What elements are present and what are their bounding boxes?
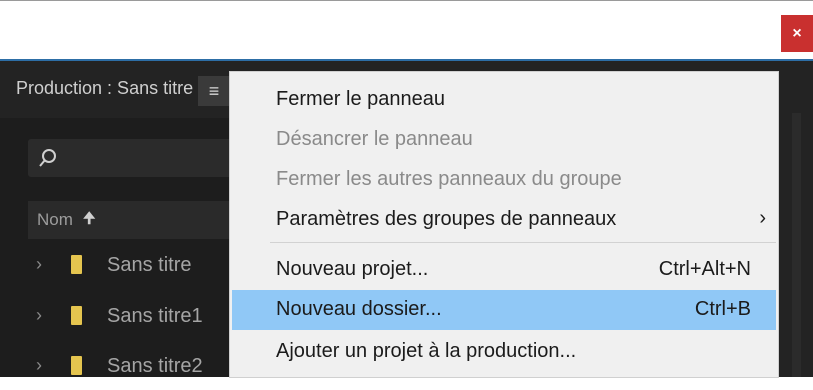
shortcut-label: Ctrl+Alt+N bbox=[658, 258, 751, 280]
chevron-right-icon[interactable]: › bbox=[36, 254, 42, 275]
folder-icon bbox=[71, 356, 82, 375]
panel-context-menu: Fermer le panneau Désancrer le panneau F… bbox=[230, 72, 778, 377]
chevron-right-icon[interactable]: › bbox=[36, 355, 42, 376]
menu-item-new-folder[interactable]: Nouveau dossier... Ctrl+B bbox=[232, 290, 776, 330]
column-header-name[interactable]: Nom 🠉 bbox=[28, 201, 260, 239]
item-name: Sans titre bbox=[107, 254, 192, 276]
search-icon bbox=[39, 149, 56, 167]
shortcut-label: Ctrl+B bbox=[694, 298, 751, 320]
column-header-label: Nom bbox=[37, 210, 73, 229]
list-item[interactable]: › Sans titre1 bbox=[28, 294, 260, 340]
item-name: Sans titre2 bbox=[107, 355, 203, 377]
item-name: Sans titre1 bbox=[107, 305, 203, 327]
menu-item-close-panel[interactable]: Fermer le panneau bbox=[230, 80, 778, 118]
scrollbar[interactable] bbox=[792, 113, 801, 377]
list-item[interactable]: › Sans titre2 bbox=[28, 344, 260, 390]
titlebar-border bbox=[0, 0, 813, 1]
search-input[interactable] bbox=[28, 139, 258, 177]
window-titlebar: × bbox=[0, 0, 813, 60]
list-item[interactable]: › Sans titre bbox=[28, 243, 260, 289]
panel-menu-button[interactable]: ≡ bbox=[198, 76, 230, 106]
chevron-right-icon[interactable]: › bbox=[36, 305, 42, 326]
panel-title: Production : Sans titre bbox=[16, 78, 194, 98]
menu-separator bbox=[270, 242, 776, 243]
menu-item-panel-group-settings[interactable]: Paramètres des groupes de panneaux › bbox=[230, 200, 778, 238]
menu-item-close-other-panels: Fermer les autres panneaux du groupe bbox=[276, 168, 622, 190]
folder-icon bbox=[71, 255, 82, 274]
folder-icon bbox=[71, 306, 82, 325]
sort-ascending-icon: 🠉 bbox=[83, 210, 96, 227]
menu-item-new-project[interactable]: Nouveau projet... Ctrl+Alt+N bbox=[230, 250, 778, 288]
hamburger-icon: ≡ bbox=[208, 80, 220, 101]
menu-item-add-project-to-production[interactable]: Ajouter un projet à la production... bbox=[230, 332, 778, 370]
close-button[interactable]: × bbox=[781, 15, 813, 52]
chevron-right-icon: › bbox=[759, 207, 766, 229]
menu-item-undock-panel: Désancrer le panneau bbox=[276, 128, 473, 150]
